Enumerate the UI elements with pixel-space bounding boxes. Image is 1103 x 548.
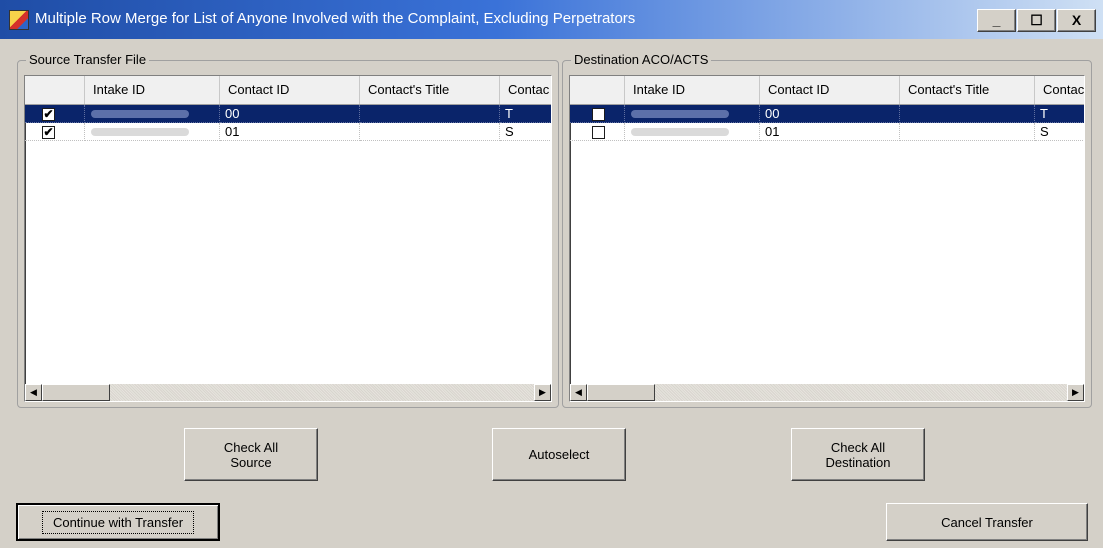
source-header-intake-id[interactable]: Intake ID xyxy=(85,76,220,104)
source-grid-header: Intake ID Contact ID Contact's Title Con… xyxy=(25,76,551,105)
source-title-cell xyxy=(360,123,500,141)
source-horizontal-scrollbar[interactable]: ◀ ▶ xyxy=(25,384,551,401)
cancel-transfer-button[interactable]: Cancel Transfer xyxy=(886,503,1088,541)
check-all-destination-button[interactable]: Check All Destination xyxy=(791,428,925,481)
destination-group-label: Destination ACO/ACTS xyxy=(571,52,712,67)
close-button[interactable]: X xyxy=(1057,9,1096,32)
source-intake-id-cell xyxy=(85,105,220,123)
source-header-contact-title[interactable]: Contact's Title xyxy=(360,76,500,104)
destination-grid-header: Intake ID Contact ID Contact's Title Con… xyxy=(570,76,1084,105)
source-header-contact-id[interactable]: Contact ID xyxy=(220,76,360,104)
redacted-intake-id xyxy=(631,110,729,118)
destination-intake-id-cell xyxy=(625,105,760,123)
source-check-cell: ✔ xyxy=(25,105,85,123)
source-contact-cell: S xyxy=(500,123,551,141)
destination-group: Destination ACO/ACTS Intake ID Contact I… xyxy=(562,52,1092,408)
title-bar: Multiple Row Merge for List of Anyone In… xyxy=(0,0,1103,39)
destination-contact-id-cell: 00 xyxy=(760,105,900,123)
source-group-label: Source Transfer File xyxy=(26,52,150,67)
destination-check-cell xyxy=(570,123,625,141)
source-title-cell xyxy=(360,105,500,123)
destination-row[interactable]: 01 S xyxy=(570,123,1084,141)
destination-row-checkbox[interactable] xyxy=(592,126,605,139)
destination-header-contact-id[interactable]: Contact ID xyxy=(760,76,900,104)
destination-title-cell xyxy=(900,123,1035,141)
destination-header-check[interactable] xyxy=(570,76,625,104)
scroll-left-icon[interactable]: ◀ xyxy=(25,384,42,401)
scroll-thumb[interactable] xyxy=(587,384,655,401)
source-row-checkbox[interactable]: ✔ xyxy=(42,126,55,139)
source-check-cell: ✔ xyxy=(25,123,85,141)
destination-contact-cell: S xyxy=(1035,123,1084,141)
continue-button-label: Continue with Transfer xyxy=(41,510,195,534)
source-group: Source Transfer File Intake ID Contact I… xyxy=(17,52,559,408)
destination-row[interactable]: 00 T xyxy=(570,105,1084,123)
scroll-right-icon[interactable]: ▶ xyxy=(534,384,551,401)
destination-row-checkbox[interactable] xyxy=(592,108,605,121)
source-row[interactable]: ✔ 00 T xyxy=(25,105,551,123)
window-title: Multiple Row Merge for List of Anyone In… xyxy=(35,10,636,27)
redacted-intake-id xyxy=(631,128,729,136)
destination-grid[interactable]: Intake ID Contact ID Contact's Title Con… xyxy=(569,75,1085,402)
destination-header-contact[interactable]: Contac xyxy=(1035,76,1084,104)
destination-intake-id-cell xyxy=(625,123,760,141)
destination-header-intake-id[interactable]: Intake ID xyxy=(625,76,760,104)
source-intake-id-cell xyxy=(85,123,220,141)
source-header-check[interactable] xyxy=(25,76,85,104)
scroll-right-icon[interactable]: ▶ xyxy=(1067,384,1084,401)
source-row[interactable]: ✔ 01 S xyxy=(25,123,551,141)
destination-contact-id-cell: 01 xyxy=(760,123,900,141)
source-grid[interactable]: Intake ID Contact ID Contact's Title Con… xyxy=(24,75,552,402)
source-row-checkbox[interactable]: ✔ xyxy=(42,108,55,121)
destination-check-cell xyxy=(570,105,625,123)
continue-with-transfer-button[interactable]: Continue with Transfer xyxy=(16,503,220,541)
redacted-intake-id xyxy=(91,128,189,136)
redacted-intake-id xyxy=(91,110,189,118)
scroll-left-icon[interactable]: ◀ xyxy=(570,384,587,401)
source-contact-cell: T xyxy=(500,105,551,123)
app-icon xyxy=(9,10,29,30)
source-contact-id-cell: 00 xyxy=(220,105,360,123)
source-contact-id-cell: 01 xyxy=(220,123,360,141)
scroll-thumb[interactable] xyxy=(42,384,110,401)
minimize-button[interactable]: _ xyxy=(977,9,1016,32)
destination-header-contact-title[interactable]: Contact's Title xyxy=(900,76,1035,104)
destination-contact-cell: T xyxy=(1035,105,1084,123)
check-all-source-button[interactable]: Check All Source xyxy=(184,428,318,481)
destination-horizontal-scrollbar[interactable]: ◀ ▶ xyxy=(570,384,1084,401)
source-header-contact[interactable]: Contac xyxy=(500,76,551,104)
autoselect-button[interactable]: Autoselect xyxy=(492,428,626,481)
maximize-button[interactable]: ☐ xyxy=(1017,9,1056,32)
destination-title-cell xyxy=(900,105,1035,123)
